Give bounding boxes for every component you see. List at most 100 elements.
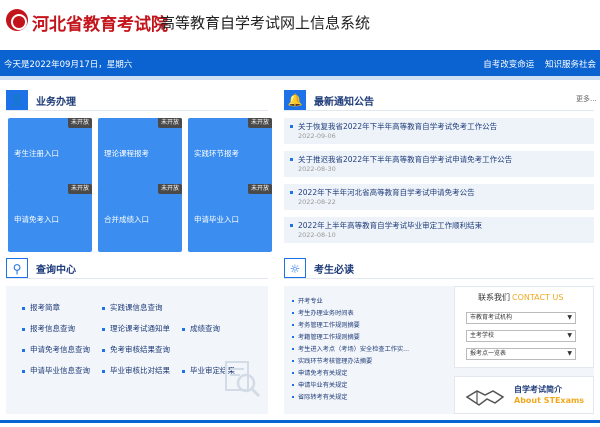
org-name[interactable]: 河北省教育考试院 bbox=[32, 10, 168, 35]
must-read-link[interactable]: 考生办理业务时间表 bbox=[292, 308, 354, 317]
site-header: 河北省教育考试院 高等教育自学考试网上信息系统 bbox=[0, 0, 600, 48]
contact-title-cn: 联系我们 bbox=[478, 293, 510, 302]
user-icon: 👤 bbox=[6, 90, 28, 110]
system-name: 高等教育自学考试网上信息系统 bbox=[160, 14, 371, 32]
tile-exemption-application[interactable]: 未开放 申请免考入口 bbox=[8, 184, 92, 252]
must-read-label: 考务管理工作规则摘要 bbox=[298, 322, 360, 329]
chevron-down-icon: ▼ bbox=[567, 314, 572, 321]
tile-practice-registration[interactable]: 未开放 实践环节报考 bbox=[188, 118, 272, 186]
must-read-link[interactable]: 申请免考有关规定 bbox=[292, 368, 348, 377]
tile-label: 实践环节报考 bbox=[194, 149, 239, 158]
bullet-icon bbox=[290, 158, 293, 161]
query-link-graduation-compare[interactable]: 毕业审核比对结果 bbox=[102, 365, 170, 376]
query-link-label: 报考简章 bbox=[30, 303, 60, 312]
must-read-link[interactable]: 开考专业 bbox=[292, 296, 323, 305]
status-badge: 未开放 bbox=[247, 184, 272, 194]
notice-item[interactable]: 2022年下半年河北省高等教育自学考试申请免考公告 2022-08-22 bbox=[284, 184, 594, 210]
query-section-header: ⚲ 查询中心 bbox=[6, 258, 268, 280]
query-section-title: 查询中心 bbox=[36, 265, 76, 276]
must-read-link[interactable]: 考务管理工作规则摘要 bbox=[292, 320, 360, 329]
status-badge: 未开放 bbox=[157, 184, 182, 194]
must-read-link[interactable]: 考生进入考点（考场）安全检查工作实... bbox=[292, 344, 409, 353]
must-read-label: 考生进入考点（考场）安全检查工作实... bbox=[298, 346, 410, 353]
tile-label: 考生注册入口 bbox=[14, 149, 59, 158]
tile-student-registration[interactable]: 未开放 考生注册入口 bbox=[8, 118, 92, 186]
must-read-label: 省际转考有关规定 bbox=[298, 394, 348, 401]
more-notices-link[interactable]: 更多... bbox=[576, 94, 597, 104]
bullet-icon bbox=[292, 372, 294, 374]
bullet-icon bbox=[290, 224, 293, 227]
contact-title: 联系我们 CONTACT US bbox=[478, 292, 563, 303]
city-exam-agency-select[interactable]: 市教育考试机构 ▼ bbox=[466, 312, 576, 324]
notice-item[interactable]: 2022年上半年高等教育自学考试毕业审定工作顺利结束 2022-08-10 bbox=[284, 217, 594, 243]
handshake-icon bbox=[465, 390, 505, 406]
intro-subtitle[interactable]: About STExams bbox=[514, 396, 584, 405]
must-read-section-title: 考生必读 bbox=[314, 265, 354, 276]
divider bbox=[6, 110, 268, 111]
tile-label: 理论课程报考 bbox=[104, 149, 149, 158]
link-knowledge-serves-society[interactable]: 知识服务社会 bbox=[545, 60, 596, 70]
must-read-link[interactable]: 考籍管理工作规则摘要 bbox=[292, 332, 360, 341]
tile-merge-scores[interactable]: 未开放 合并成绩入口 bbox=[98, 184, 182, 252]
select-value: 主考学校 bbox=[470, 332, 495, 339]
bullet-icon bbox=[22, 348, 25, 352]
chevron-down-icon: ▼ bbox=[567, 350, 572, 357]
org-seal-logo bbox=[6, 9, 28, 31]
must-read-link[interactable]: 实践环节考核管理办法摘要 bbox=[292, 356, 372, 365]
tile-label: 合并成绩入口 bbox=[104, 215, 149, 224]
bullet-icon bbox=[292, 348, 294, 350]
bullet-icon bbox=[102, 348, 105, 352]
must-read-label: 实践环节考核管理办法摘要 bbox=[298, 358, 373, 365]
bullet-icon bbox=[102, 306, 105, 310]
notice-item[interactable]: 关于恢复我省2022年下半年高等教育自学考试免考工作公告 2022-09-06 bbox=[284, 118, 594, 144]
query-link-label: 理论课考试通知单 bbox=[110, 324, 170, 333]
tile-label: 申请免考入口 bbox=[14, 215, 59, 224]
notice-date: 2022-08-22 bbox=[298, 198, 336, 206]
top-bar-links: 自考改变命运 知识服务社会 bbox=[475, 58, 596, 70]
tile-theory-course-registration[interactable]: 未开放 理论课程报考 bbox=[98, 118, 182, 186]
query-link-practice-info[interactable]: 实践课信息查询 bbox=[102, 302, 163, 313]
must-read-label: 考籍管理工作规则摘要 bbox=[298, 334, 360, 341]
bullet-icon bbox=[292, 312, 294, 314]
query-link-theory-exam-notice[interactable]: 理论课考试通知单 bbox=[102, 323, 170, 334]
divider bbox=[6, 278, 268, 279]
registration-site-select[interactable]: 报考点一览表 ▼ bbox=[466, 348, 576, 360]
notice-item[interactable]: 关于推迟我省2022年下半年高等教育自学考试申请免考工作公告 2022-08-3… bbox=[284, 151, 594, 177]
query-link-exemption-result[interactable]: 免考审核结果查询 bbox=[102, 344, 170, 355]
query-link-exemption-info[interactable]: 申请免考信息查询 bbox=[22, 344, 90, 355]
intro-title[interactable]: 自学考试简介 bbox=[514, 384, 562, 395]
magnifier-document-icon bbox=[225, 361, 261, 398]
contact-title-en: CONTACT US bbox=[512, 293, 564, 302]
query-link-label: 申请免考信息查询 bbox=[30, 345, 90, 354]
must-read-label: 开考专业 bbox=[298, 298, 323, 305]
examining-school-select[interactable]: 主考学校 ▼ bbox=[466, 330, 576, 342]
query-link-label: 免考审核结果查询 bbox=[110, 345, 170, 354]
must-read-link[interactable]: 省际转考有关规定 bbox=[292, 392, 348, 401]
bullet-icon bbox=[292, 384, 294, 386]
bullet-icon bbox=[292, 336, 294, 338]
must-read-label: 申请免考有关规定 bbox=[298, 370, 348, 377]
bullet-icon bbox=[290, 125, 293, 128]
business-section-title: 业务办理 bbox=[36, 97, 76, 108]
bell-icon: 🔔 bbox=[284, 90, 306, 110]
status-badge: 未开放 bbox=[67, 184, 92, 194]
query-link-exam-guide[interactable]: 报考简章 bbox=[22, 302, 60, 313]
notice-title: 2022年下半年河北省高等教育自学考试申请免考公告 bbox=[298, 188, 475, 197]
bullet-icon bbox=[292, 396, 294, 398]
tile-graduation-application[interactable]: 未开放 申请毕业入口 bbox=[188, 184, 272, 252]
chevron-down-icon: ▼ bbox=[567, 332, 572, 339]
query-link-score[interactable]: 成绩查询 bbox=[182, 323, 220, 334]
query-link-label: 实践课信息查询 bbox=[110, 303, 163, 312]
query-link-graduation-info[interactable]: 申请毕业信息查询 bbox=[22, 365, 90, 376]
status-badge: 未开放 bbox=[157, 118, 182, 128]
query-link-label: 毕业审核比对结果 bbox=[110, 366, 170, 375]
bullet-icon bbox=[292, 300, 294, 302]
query-link-registration-info[interactable]: 报考信息查询 bbox=[22, 323, 75, 334]
self-study-intro-card[interactable] bbox=[454, 376, 594, 414]
must-read-link[interactable]: 申请毕业有关规定 bbox=[292, 380, 348, 389]
notice-date: 2022-09-06 bbox=[298, 132, 336, 140]
link-self-study-changes-destiny[interactable]: 自考改变命运 bbox=[483, 60, 534, 70]
bullet-icon bbox=[102, 369, 105, 373]
header-divider bbox=[0, 76, 600, 80]
bullet-icon bbox=[182, 327, 185, 331]
